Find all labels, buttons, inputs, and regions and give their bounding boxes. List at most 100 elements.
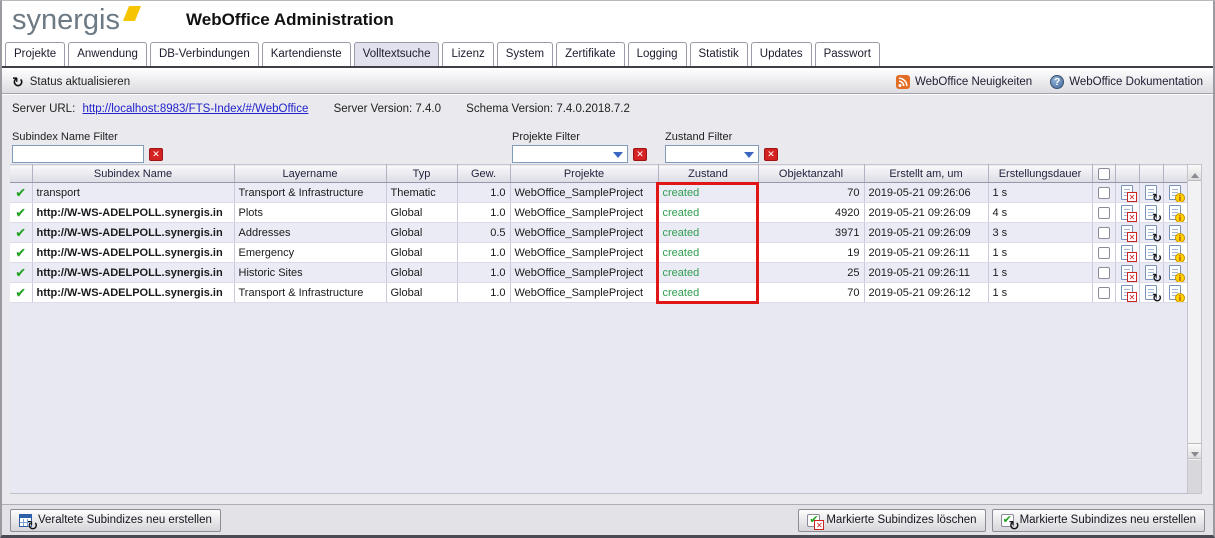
cell-zustand: created: [658, 202, 759, 223]
delete-subindex-icon[interactable]: ✕: [1121, 205, 1137, 222]
delete-subindex-icon[interactable]: ✕: [1121, 225, 1137, 242]
vertical-scrollbar[interactable]: [1187, 164, 1202, 494]
table-row[interactable]: ✔ http://W-WS-ADELPOLL.synergis.in Trans…: [10, 282, 1188, 303]
server-info-row: Server URL: http://localhost:8983/FTS-In…: [12, 103, 630, 115]
subindex-info-icon[interactable]: i: [1169, 225, 1185, 242]
subindex-filter-clear-icon[interactable]: ✕: [149, 148, 163, 161]
tab-statistik[interactable]: Statistik: [689, 42, 748, 66]
tab-bar: Projekte Anwendung DB-Verbindungen Kartendi…: [2, 39, 1213, 68]
cell-gew: 1.0: [457, 242, 511, 263]
row-checkbox[interactable]: [1097, 186, 1110, 199]
cell-erstellungsdauer: 4 s: [988, 202, 1093, 223]
cell-erstellungsdauer: 3 s: [988, 222, 1093, 243]
row-checkbox[interactable]: [1097, 266, 1110, 279]
recreate-subindex-icon[interactable]: ↻: [1145, 285, 1162, 302]
cell-subindex-name: http://W-WS-ADELPOLL.synergis.in: [32, 242, 235, 263]
delete-subindex-icon[interactable]: ✕: [1121, 185, 1137, 202]
scroll-up-button[interactable]: [1188, 165, 1201, 181]
row-checkbox[interactable]: [1097, 206, 1110, 219]
col-header-objektanzahl[interactable]: Objektanzahl: [758, 164, 865, 183]
tab-kartendienste[interactable]: Kartendienste: [261, 42, 351, 66]
col-header-erstellungsdauer[interactable]: Erstellungsdauer: [988, 164, 1093, 183]
cell-gew: 1.0: [457, 182, 511, 203]
subindex-info-icon[interactable]: i: [1169, 265, 1185, 282]
row-checkbox[interactable]: [1097, 286, 1110, 299]
zustand-filter-clear-icon[interactable]: ✕: [764, 148, 778, 161]
weboffice-news-link[interactable]: WebOffice Neuigkeiten: [895, 74, 1032, 89]
tab-db-verbindungen[interactable]: DB-Verbindungen: [149, 42, 259, 66]
cell-layername: Plots: [234, 202, 387, 223]
cell-projekte: WebOffice_SampleProject: [510, 202, 659, 223]
table-row[interactable]: ✔ http://W-WS-ADELPOLL.synergis.in Emerg…: [10, 242, 1188, 263]
col-header-erstellt[interactable]: Erstellt am, um: [864, 164, 989, 183]
tab-lizenz[interactable]: Lizenz: [442, 42, 494, 66]
table-row[interactable]: ✔ http://W-WS-ADELPOLL.synergis.in Addre…: [10, 222, 1188, 243]
weboffice-docs-link[interactable]: ? WebOffice Dokumentation: [1050, 74, 1203, 89]
cell-subindex-name: transport: [32, 182, 235, 203]
status-refresh-button[interactable]: ↻ Status aktualisieren: [12, 75, 130, 89]
rebuild-marked-label: Markierte Subindizes neu erstellen: [1019, 514, 1196, 526]
recreate-subindex-icon[interactable]: ↻: [1145, 265, 1162, 282]
tab-logging[interactable]: Logging: [627, 42, 687, 66]
tab-passwort[interactable]: Passwort: [814, 42, 880, 66]
weboffice-docs-label: WebOffice Dokumentation: [1069, 75, 1203, 88]
recreate-subindex-icon[interactable]: ↻: [1145, 225, 1162, 242]
subindex-filter-label: Subindex Name Filter: [12, 131, 118, 143]
subindex-info-icon[interactable]: i: [1169, 185, 1185, 202]
server-url-link[interactable]: http://localhost:8983/FTS-Index/#/WebOff…: [82, 103, 308, 115]
table-row[interactable]: ✔ http://W-WS-ADELPOLL.synergis.in Plots…: [10, 202, 1188, 223]
recreate-subindex-icon[interactable]: ↻: [1145, 245, 1162, 262]
col-header-layername[interactable]: Layername: [234, 164, 387, 183]
col-header-gew[interactable]: Gew.: [457, 164, 511, 183]
rebuild-outdated-button[interactable]: ↻ Veraltete Subindizes neu erstellen: [10, 508, 221, 532]
zustand-filter-dropdown[interactable]: [665, 145, 759, 163]
cell-layername: Addresses: [234, 222, 387, 243]
select-all-checkbox[interactable]: [1097, 167, 1110, 180]
cell-erstellt-am: 2019-05-21 09:26:09: [864, 222, 989, 243]
cell-erstellt-am: 2019-05-21 09:26:09: [864, 202, 989, 223]
table-row[interactable]: ✔ transport Transport & Infrastructure T…: [10, 182, 1188, 203]
cell-projekte: WebOffice_SampleProject: [510, 222, 659, 243]
col-header-select: [1092, 164, 1116, 183]
cell-gew: 1.0: [457, 202, 511, 223]
cell-zustand: created: [658, 222, 759, 243]
table-row[interactable]: ✔ http://W-WS-ADELPOLL.synergis.in Histo…: [10, 262, 1188, 283]
tab-updates[interactable]: Updates: [750, 42, 812, 66]
status-ok-icon: ✔: [15, 244, 27, 260]
cell-gew: 1.0: [457, 282, 511, 303]
col-header-status[interactable]: [10, 164, 33, 183]
subindex-filter-input[interactable]: [12, 145, 144, 163]
projekte-filter-clear-icon[interactable]: ✕: [633, 148, 647, 161]
delete-subindex-icon[interactable]: ✕: [1121, 265, 1137, 282]
rebuild-marked-button[interactable]: ↻ Markierte Subindizes neu erstellen: [991, 508, 1205, 532]
projekte-filter-dropdown[interactable]: [512, 145, 628, 163]
tab-system[interactable]: System: [496, 42, 554, 66]
delete-subindex-icon[interactable]: ✕: [1121, 245, 1137, 262]
subindex-info-icon[interactable]: i: [1169, 245, 1185, 262]
col-header-projekte[interactable]: Projekte: [510, 164, 659, 183]
tab-zertifikate[interactable]: Zertifikate: [556, 42, 625, 66]
col-header-zustand[interactable]: Zustand: [658, 164, 759, 183]
tab-volltextsuche[interactable]: Volltextsuche: [353, 42, 440, 66]
recreate-subindex-icon[interactable]: ↻: [1145, 185, 1162, 202]
col-header-typ[interactable]: Typ: [386, 164, 458, 183]
projekte-filter-label: Projekte Filter: [512, 131, 580, 143]
row-checkbox[interactable]: [1097, 226, 1110, 239]
scrollbar-thumb[interactable]: [1188, 460, 1201, 493]
cell-layername: Emergency: [234, 242, 387, 263]
delete-marked-button[interactable]: ✕ Markierte Subindizes löschen: [798, 508, 986, 532]
subindex-info-icon[interactable]: i: [1169, 285, 1185, 302]
scroll-down-button[interactable]: [1188, 443, 1201, 459]
server-url-label: Server URL:: [12, 103, 76, 115]
status-ok-icon: ✔: [15, 264, 27, 280]
delete-subindex-icon[interactable]: ✕: [1121, 285, 1137, 302]
rebuild-outdated-label: Veraltete Subindizes neu erstellen: [38, 514, 212, 526]
row-checkbox[interactable]: [1097, 246, 1110, 259]
tab-projekte[interactable]: Projekte: [5, 42, 66, 66]
cell-typ: Global: [386, 202, 458, 223]
col-header-subindex-name[interactable]: Subindex Name: [32, 164, 235, 183]
bottom-button-bar: ↻ Veraltete Subindizes neu erstellen ✕ M…: [2, 504, 1213, 535]
recreate-subindex-icon[interactable]: ↻: [1145, 205, 1162, 222]
tab-anwendung[interactable]: Anwendung: [68, 42, 147, 66]
subindex-info-icon[interactable]: i: [1169, 205, 1185, 222]
